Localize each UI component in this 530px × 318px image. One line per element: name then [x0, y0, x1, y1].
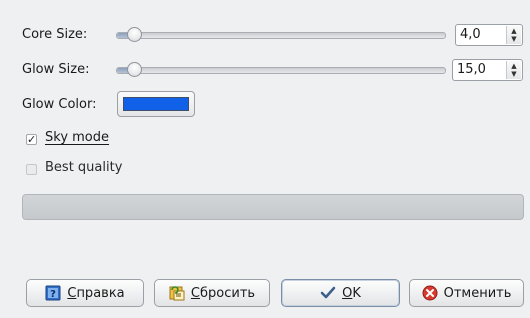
core-size-spin-arrows[interactable]: ▲ ▼: [506, 26, 521, 44]
core-size-spinbox[interactable]: 4,0 ▲ ▼: [455, 24, 523, 46]
spin-down-icon[interactable]: ▼: [511, 70, 516, 78]
help-button-label: Справка: [67, 285, 125, 301]
cancel-button-label: Отменить: [443, 285, 512, 301]
spin-up-icon[interactable]: ▲: [511, 27, 516, 35]
glow-size-spinbox[interactable]: 15,0 ▲ ▼: [452, 59, 523, 81]
spin-up-icon[interactable]: ▲: [511, 62, 516, 70]
core-size-label: Core Size:: [22, 27, 88, 42]
glow-size-spin-arrows[interactable]: ▲ ▼: [506, 61, 521, 79]
cancel-icon: [422, 285, 438, 301]
glow-size-label: Glow Size:: [22, 62, 90, 77]
sky-mode-checkbox[interactable]: ✓: [26, 134, 37, 145]
svg-text:?: ?: [50, 289, 56, 300]
glow-color-swatch: [123, 97, 189, 111]
glow-size-value[interactable]: 15,0: [457, 62, 486, 77]
help-book-icon: ?: [45, 285, 61, 301]
cancel-button[interactable]: Отменить: [409, 279, 524, 307]
best-quality-checkbox[interactable]: [26, 164, 37, 175]
best-quality-label[interactable]: Best quality: [45, 160, 122, 175]
checkmark-icon: [320, 285, 336, 301]
glow-color-label: Glow Color:: [22, 97, 97, 112]
glow-size-slider[interactable]: [116, 67, 446, 74]
glow-color-button[interactable]: [117, 91, 195, 117]
glow-size-slider-handle[interactable]: [127, 62, 142, 77]
ok-button[interactable]: OK: [281, 279, 400, 307]
reset-button-label: Сбросить: [190, 285, 256, 301]
reset-icon: [169, 285, 185, 301]
spin-down-icon[interactable]: ▼: [511, 35, 516, 43]
sky-mode-label[interactable]: Sky mode: [45, 130, 109, 145]
ok-button-label: OK: [342, 285, 361, 301]
core-size-slider[interactable]: [116, 32, 446, 39]
help-button[interactable]: ? Справка: [26, 279, 144, 307]
progress-bar: [22, 194, 524, 220]
reset-button[interactable]: Сбросить: [154, 279, 270, 307]
core-size-slider-handle[interactable]: [127, 27, 142, 42]
core-size-value[interactable]: 4,0: [460, 27, 481, 42]
